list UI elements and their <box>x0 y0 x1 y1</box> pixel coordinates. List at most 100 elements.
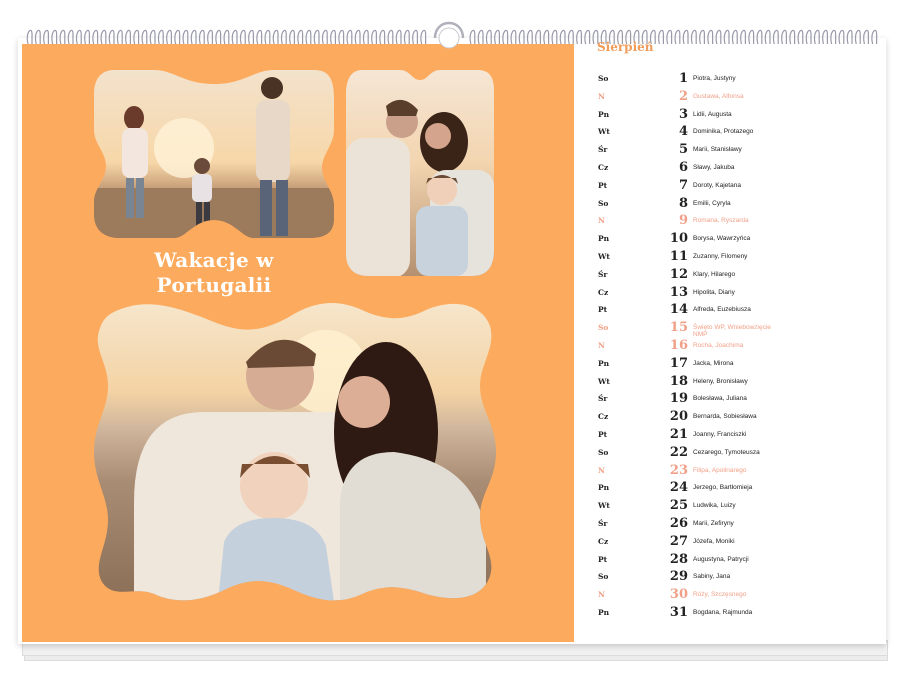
weekday-label: Cz <box>598 287 609 297</box>
day-number: 20 <box>669 409 688 425</box>
day-number: 3 <box>678 106 688 122</box>
day-number: 13 <box>669 284 688 300</box>
weekday-label: Pt <box>598 180 608 190</box>
spiral-ring <box>198 29 205 45</box>
spiral-ring <box>395 29 402 45</box>
spiral-ring <box>510 29 517 45</box>
spiral-ring <box>526 29 533 45</box>
spiral-ring <box>75 29 82 45</box>
spiral-ring <box>297 29 304 45</box>
day-row: Pt 7 Doroty, Kajetana <box>596 177 876 197</box>
weekday-label: Wt <box>598 501 610 511</box>
spiral-ring <box>239 29 246 45</box>
day-number: 11 <box>669 248 688 264</box>
spiral-ring <box>764 29 771 45</box>
spiral-ring <box>313 29 320 45</box>
weekday-label: Wt <box>598 251 610 261</box>
weekday-label: N <box>598 216 605 226</box>
spiral-ring <box>699 29 705 45</box>
day-number: 2 <box>678 88 688 104</box>
spiral-ring <box>731 29 738 45</box>
spiral-ring <box>740 29 746 45</box>
spiral-ring <box>789 29 796 45</box>
day-number: 26 <box>669 515 688 531</box>
name-day-text: Bernarda, Sobiesława <box>693 413 757 421</box>
spiral-ring <box>338 29 345 45</box>
spiral-ring <box>772 29 779 45</box>
spiral-ring <box>871 29 878 45</box>
spiral-ring <box>330 29 336 45</box>
day-number: 28 <box>669 551 688 567</box>
day-row: So 22 Cezarego, Tymoteusza <box>596 445 876 464</box>
day-row: Cz 20 Bernarda, Sobiesława <box>596 409 876 428</box>
day-number: 25 <box>669 498 688 514</box>
day-number: 12 <box>669 266 688 282</box>
day-row: Śr 5 Marii, Stanisławy <box>596 142 876 161</box>
weekday-label: Śr <box>598 518 608 528</box>
family-beach-photo-2 <box>346 70 494 276</box>
spiral-ring <box>280 29 287 45</box>
weekday-label: Śr <box>598 394 608 404</box>
weekday-label: Pn <box>598 607 610 617</box>
name-day-text: Zuzanny, Filomeny <box>693 252 748 260</box>
day-row: Pt 28 Augustyna, Patrycji <box>596 551 876 571</box>
hanger-hook <box>433 21 465 49</box>
day-number: 27 <box>669 533 688 549</box>
name-day-text: Borysa, Wawrzyńca <box>693 235 751 243</box>
name-day-text: Alfreda, Euzebiusza <box>693 306 751 314</box>
photo-title: Wakacje w Portugalii <box>96 248 332 298</box>
day-number: 24 <box>669 480 688 496</box>
name-day-text: Gustawa, Alfonsa <box>693 92 744 100</box>
name-day-text: Rocha, Joachima <box>693 341 744 349</box>
spiral-ring <box>822 29 828 45</box>
weekday-label: Pn <box>598 234 610 244</box>
weekday-label: So <box>598 447 609 457</box>
day-number: 7 <box>678 177 688 193</box>
spiral-ring <box>157 29 164 45</box>
name-day-text: Emilii, Cyryla <box>693 199 731 207</box>
day-number: 17 <box>669 355 688 371</box>
month-name: Sierpień <box>597 40 654 54</box>
weekday-label: Wt <box>598 127 610 137</box>
name-day-text: Róży, Szczęsnego <box>693 591 747 599</box>
spiral-ring <box>830 29 837 45</box>
weekday-label: N <box>598 465 605 475</box>
spiral-ring <box>658 29 664 45</box>
day-number: 21 <box>669 426 688 442</box>
name-day-text: Sławy, Jakuba <box>693 163 735 171</box>
name-day-text: Joanny, Franciszki <box>693 430 747 438</box>
weekday-label: So <box>598 572 609 582</box>
day-number: 30 <box>669 587 688 603</box>
weekday-label: Pt <box>598 429 608 439</box>
weekday-label: N <box>598 590 605 600</box>
name-day-text: Heleny, Bronisławy <box>693 377 748 385</box>
spiral-ring <box>59 29 66 45</box>
day-row: N 23 Filipa, Apolinarego <box>596 463 876 482</box>
weekday-label: So <box>598 323 609 333</box>
family-beach-photo-1 <box>94 70 334 238</box>
spiral-ring <box>584 29 591 45</box>
spiral-ring <box>34 29 41 45</box>
spiral-ring <box>674 29 681 45</box>
day-number: 19 <box>669 391 688 407</box>
name-day-text: Klary, Hilarego <box>693 270 736 278</box>
day-row: Śr 26 Marii, Zefiryny <box>596 515 876 535</box>
weekday-label: Cz <box>598 536 609 546</box>
day-row: Wt 25 Ludwika, Luizy <box>596 498 876 517</box>
spiral-ring <box>125 29 131 45</box>
days-list: So 1 Piotra, Justyny N 2 Gustawa, Alfonsa Pn 3 L… <box>596 71 876 624</box>
spiral-ring <box>756 29 763 45</box>
spiral-ring <box>272 29 279 45</box>
day-row: Pn 3 Lidii, Augusta <box>596 106 876 126</box>
day-number: 1 <box>678 71 688 86</box>
name-day-text: Doroty, Kajetana <box>693 181 741 189</box>
weekday-label: N <box>598 340 605 350</box>
spiral-ring <box>715 29 722 45</box>
weekday-label: Śr <box>598 145 608 155</box>
day-row: Wt 18 Heleny, Bronisławy <box>596 374 876 393</box>
spiral-ring <box>666 29 673 45</box>
spiral-ring <box>231 29 238 45</box>
name-day-text: Marii, Stanisławy <box>693 146 742 154</box>
spiral-ring <box>485 29 492 45</box>
spiral-ring <box>420 29 427 45</box>
